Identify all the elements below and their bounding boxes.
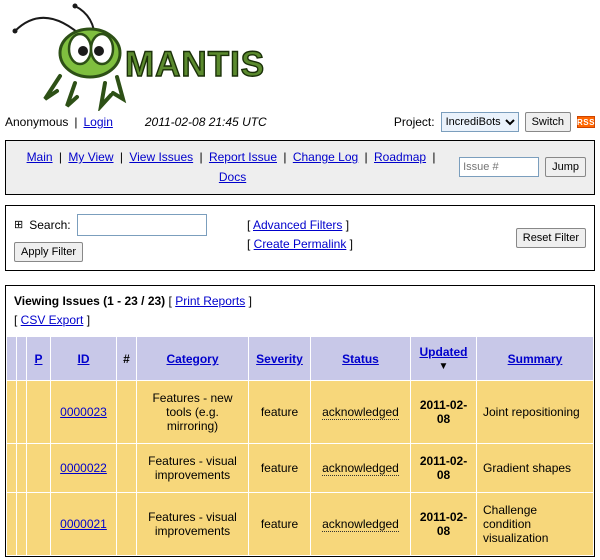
- cell-blank2: [17, 444, 27, 493]
- separator: |: [74, 115, 77, 129]
- cell-hash: [117, 444, 137, 493]
- nav-report-issue[interactable]: Report Issue: [209, 150, 277, 164]
- login-link[interactable]: Login: [84, 115, 113, 129]
- csv-export-link[interactable]: CSV Export: [21, 313, 84, 327]
- table-header-row: P ID # Category Severity Status Updated▼…: [7, 337, 594, 381]
- cell-blank1: [7, 493, 17, 556]
- reset-filter-button[interactable]: Reset Filter: [516, 228, 586, 248]
- cell-summary: Challenge condition visualization: [477, 493, 594, 556]
- col-id[interactable]: ID: [51, 337, 117, 381]
- timestamp: 2011-02-08 21:45 UTC: [145, 115, 267, 129]
- cell-priority: [27, 444, 51, 493]
- expand-icon[interactable]: ⊞: [14, 218, 23, 231]
- cell-blank1: [7, 381, 17, 444]
- table-row: 0000022 Features - visual improvementsfea…: [7, 444, 594, 493]
- nav-main[interactable]: Main: [27, 150, 53, 164]
- cell-blank2: [17, 493, 27, 556]
- advanced-filters-link[interactable]: Advanced Filters: [253, 218, 342, 232]
- print-reports-link[interactable]: Print Reports: [175, 294, 245, 308]
- jump-button[interactable]: Jump: [545, 157, 586, 177]
- issues-table: P ID # Category Severity Status Updated▼…: [6, 336, 594, 556]
- col-blank1: [7, 337, 17, 381]
- col-updated[interactable]: Updated▼: [411, 337, 477, 381]
- issue-number-input[interactable]: [459, 157, 539, 177]
- username: Anonymous: [5, 115, 68, 129]
- cell-id: 0000022: [51, 444, 117, 493]
- issue-id-link[interactable]: 0000022: [60, 461, 107, 475]
- table-row: 0000021 Features - visual improvementsfea…: [7, 493, 594, 556]
- search-label: Search:: [29, 218, 70, 232]
- cell-priority: [27, 493, 51, 556]
- cell-severity: feature: [249, 493, 311, 556]
- col-priority[interactable]: P: [27, 337, 51, 381]
- switch-button[interactable]: Switch: [525, 112, 571, 132]
- col-status[interactable]: Status: [311, 337, 411, 381]
- cell-status: acknowledged: [311, 444, 411, 493]
- nav-docs[interactable]: Docs: [219, 170, 246, 184]
- cell-hash: [117, 381, 137, 444]
- cell-hash: [117, 493, 137, 556]
- cell-severity: feature: [249, 444, 311, 493]
- nav-change-log[interactable]: Change Log: [293, 150, 358, 164]
- cell-blank1: [7, 444, 17, 493]
- logo-row: MANTIS: [5, 0, 595, 110]
- cell-category: Features - visual improvements: [137, 444, 249, 493]
- create-permalink-link[interactable]: Create Permalink: [254, 237, 347, 251]
- col-severity[interactable]: Severity: [249, 337, 311, 381]
- cell-summary: Gradient shapes: [477, 444, 594, 493]
- search-filter-box: ⊞ Search: Apply Filter [ Advanced Filter…: [5, 205, 595, 271]
- user-info-row: Anonymous | Login 2011-02-08 21:45 UTC P…: [5, 110, 595, 140]
- rss-icon[interactable]: RSS: [577, 116, 595, 128]
- sort-desc-icon: ▼: [415, 361, 472, 372]
- cell-status: acknowledged: [311, 493, 411, 556]
- table-row: 0000023 Features - new tools (e.g. mirror…: [7, 381, 594, 444]
- nav-view-issues[interactable]: View Issues: [129, 150, 193, 164]
- svg-text:MANTIS: MANTIS: [125, 45, 265, 84]
- cell-category: Features - visual improvements: [137, 493, 249, 556]
- col-category[interactable]: Category: [137, 337, 249, 381]
- filter-links: [ Advanced Filters ] [ Create Permalink …: [247, 216, 353, 254]
- project-select[interactable]: IncrediBots: [441, 112, 519, 132]
- cell-summary: Joint repositioning: [477, 381, 594, 444]
- jump-group: Jump: [459, 157, 586, 177]
- cell-updated: 2011-02-08: [411, 493, 477, 556]
- nav-bar: Main | My View | View Issues | Report Is…: [5, 140, 595, 195]
- issues-box: Viewing Issues (1 - 23 / 23) [ Print Rep…: [5, 285, 595, 557]
- issue-id-link[interactable]: 0000021: [60, 517, 107, 531]
- issues-title: Viewing Issues (1 - 23 / 23): [14, 294, 165, 308]
- nav-links: Main | My View | View Issues | Report Is…: [14, 147, 451, 188]
- col-hash: #: [117, 337, 137, 381]
- cell-blank2: [17, 381, 27, 444]
- cell-id: 0000021: [51, 493, 117, 556]
- cell-id: 0000023: [51, 381, 117, 444]
- search-input[interactable]: [77, 214, 207, 236]
- mantis-logo: MANTIS: [5, 1, 305, 111]
- project-label: Project:: [394, 115, 435, 129]
- nav-my-view[interactable]: My View: [68, 150, 113, 164]
- issues-header: Viewing Issues (1 - 23 / 23) [ Print Rep…: [6, 286, 594, 336]
- col-blank2: [17, 337, 27, 381]
- cell-status: acknowledged: [311, 381, 411, 444]
- cell-severity: feature: [249, 381, 311, 444]
- nav-roadmap[interactable]: Roadmap: [374, 150, 426, 164]
- col-summary[interactable]: Summary: [477, 337, 594, 381]
- cell-priority: [27, 381, 51, 444]
- cell-category: Features - new tools (e.g. mirroring): [137, 381, 249, 444]
- apply-filter-button[interactable]: Apply Filter: [14, 242, 83, 262]
- cell-updated: 2011-02-08: [411, 444, 477, 493]
- issue-id-link[interactable]: 0000023: [60, 405, 107, 419]
- cell-updated: 2011-02-08: [411, 381, 477, 444]
